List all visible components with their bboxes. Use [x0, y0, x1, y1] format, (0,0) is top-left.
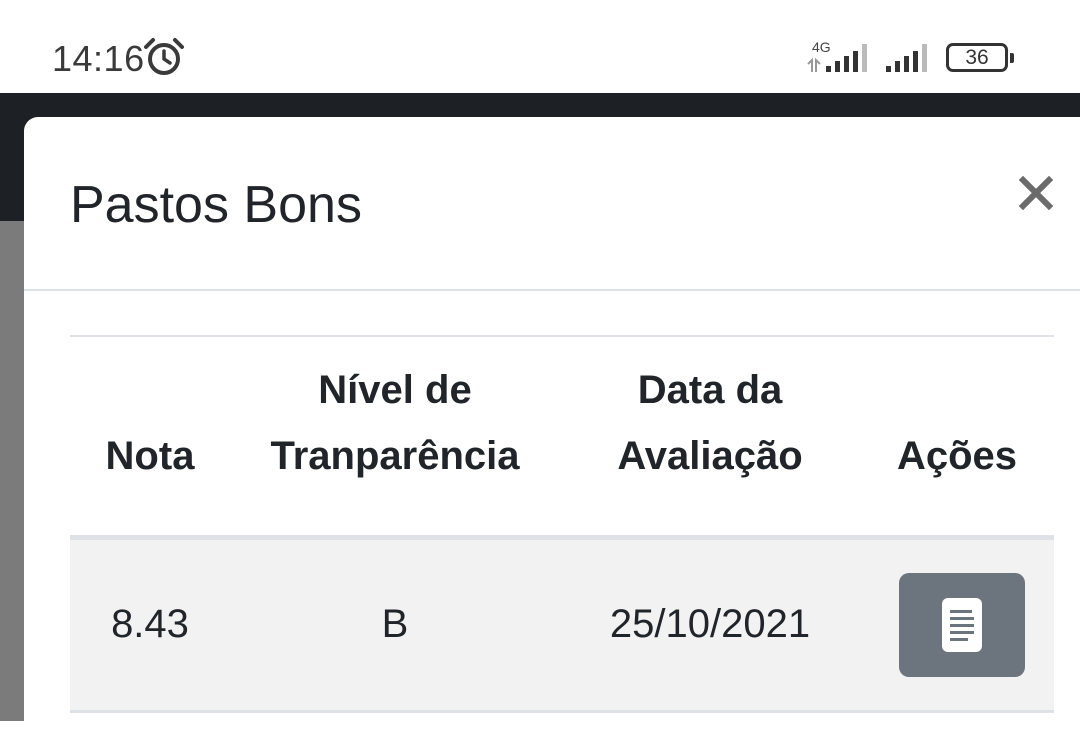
modal-dialog: Pastos Bons Nota Nível de Tranparência D… [24, 117, 1080, 737]
modal-title: Pastos Bons [70, 176, 362, 234]
cell-acoes [860, 537, 1054, 713]
close-icon [1019, 176, 1053, 210]
status-bar: 14:16 4G 36 [0, 0, 1080, 93]
header-nota: Nota [70, 337, 230, 540]
header-nivel-line1: Nível de [318, 367, 472, 412]
signal-strength-icon [807, 44, 867, 72]
cell-nivel: B [230, 537, 560, 713]
status-time: 14:16 [52, 38, 145, 79]
modal-header: Pastos Bons [24, 117, 1080, 291]
alarm-clock-icon [144, 38, 184, 75]
evaluation-table: Nota Nível de Tranparência Data da Avali… [70, 335, 1054, 755]
battery-level: 36 [965, 46, 989, 69]
header-data-line2: Avaliação [617, 433, 803, 478]
header-nivel-transparencia: Nível de Tranparência [230, 337, 560, 540]
table-row: 8.43 B 25/10/2021 [70, 537, 1054, 713]
cell-data: 25/10/2021 [560, 537, 860, 713]
header-nota-label: Nota [105, 433, 195, 478]
view-document-button[interactable] [899, 572, 1025, 677]
table-header-row: Nota Nível de Tranparência Data da Avali… [70, 337, 1054, 540]
header-nivel-line2: Tranparência [270, 433, 520, 478]
header-data-line1: Data da [637, 367, 783, 412]
document-icon [942, 597, 982, 652]
header-acoes-label: Ações [896, 433, 1018, 478]
header-data-avaliacao: Data da Avaliação [560, 337, 860, 540]
header-acoes: Ações [860, 337, 1054, 540]
cell-nota: 8.43 [70, 537, 230, 713]
signal-strength-icon-2 [886, 44, 927, 72]
close-button[interactable] [1012, 169, 1060, 217]
battery-icon: 36 [946, 43, 1014, 72]
